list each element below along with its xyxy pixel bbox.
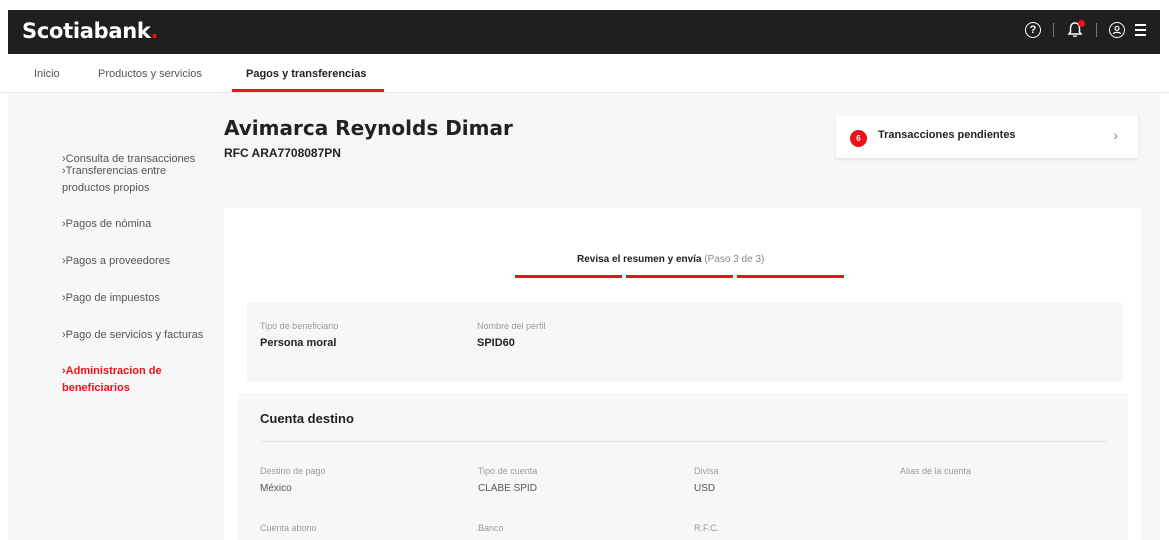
sidebar-item-label: Pago de servicios y facturas <box>65 329 204 341</box>
pending-count-badge: 6 <box>850 130 867 147</box>
step-title: Revisa el resumen y envía (Paso 3 de 3) <box>577 254 764 265</box>
sidebar-item-label: Pagos a proveedores <box>65 255 171 267</box>
currency-value: USD <box>694 483 716 494</box>
sidebar-item-impuestos[interactable]: ›Pago de impuestos <box>62 290 160 307</box>
account-alias-label: Alias de la cuenta <box>900 466 972 476</box>
header: Scotiabank. ? <box>8 10 1160 54</box>
step-progress: (Paso 3 de 3) <box>704 254 765 265</box>
step-title-text: Revisa el resumen y envía <box>577 254 702 265</box>
user-icon[interactable] <box>1109 22 1125 38</box>
rfc-label: R.F.C. <box>694 523 720 533</box>
help-icon-glyph: ? <box>1029 24 1037 36</box>
beneficiary-summary: Tipo de beneficiario Persona moral Nombr… <box>247 303 1123 381</box>
tab-inicio[interactable]: Inicio <box>34 68 60 80</box>
logo-text: Scotiabank <box>22 19 151 43</box>
step-bar-2 <box>626 275 733 278</box>
summary-card: Revisa el resumen y envía (Paso 3 de 3) … <box>224 208 1141 540</box>
step-bar-3 <box>737 275 844 278</box>
help-icon[interactable]: ? <box>1025 22 1041 38</box>
sidebar-item-transferencias[interactable]: ›Transferencias entre productos propios <box>62 163 192 197</box>
tab-pagos-y-transferencias[interactable]: Pagos y transferencias <box>246 68 366 80</box>
pending-transactions-label: Transacciones pendientes <box>878 129 1016 141</box>
destination-title: Cuenta destino <box>260 411 354 426</box>
account-type-label: Tipo de cuenta <box>478 466 538 476</box>
notification-dot <box>1078 20 1085 27</box>
beneficiary-type-label: Tipo de beneficiario <box>260 321 339 331</box>
step-bar-1 <box>515 275 622 278</box>
divider <box>1053 23 1054 37</box>
main-nav-tabs: Inicio Productos y servicios Pagos y tra… <box>0 58 1169 93</box>
sidebar-item-label: Pagos de nómina <box>65 218 152 230</box>
sidebar-item-label: Transferencias entre productos propios <box>62 165 167 194</box>
user-glyph-icon <box>1112 25 1122 35</box>
top-bar: Scotiabank. ? <box>0 0 1169 58</box>
destination-account-section: Cuenta destino Destino de pago México Ti… <box>238 393 1128 540</box>
sidebar-item-proveedores[interactable]: ›Pagos a proveedores <box>62 253 170 270</box>
chevron-right-icon: › <box>1113 127 1118 143</box>
active-tab-indicator <box>232 89 384 92</box>
pending-transactions-card[interactable]: 6 Transacciones pendientes › <box>836 116 1138 158</box>
profile-name-label: Nombre del perfil <box>477 321 546 331</box>
bank-label: Banco <box>478 523 504 533</box>
profile-name-value: SPID60 <box>477 337 515 349</box>
sidebar-item-nomina[interactable]: ›Pagos de nómina <box>62 216 151 233</box>
payment-destination-value: México <box>260 483 292 494</box>
header-icons: ? <box>1025 20 1146 39</box>
beneficiary-type-value: Persona moral <box>260 337 337 349</box>
credit-account-label: Cuenta abono <box>260 523 317 533</box>
account-type-value: CLABE SPID <box>478 483 537 494</box>
scotiabank-logo[interactable]: Scotiabank. <box>22 19 159 43</box>
divider <box>260 441 1108 442</box>
sidebar-item-servicios[interactable]: ›Pago de servicios y facturas <box>62 327 203 344</box>
sidebar-item-beneficiarios[interactable]: ›Administracion de beneficiarios <box>62 363 182 397</box>
divider <box>1096 23 1097 37</box>
tab-productos-y-servicios[interactable]: Productos y servicios <box>98 68 202 80</box>
logo-dot: . <box>150 19 159 43</box>
menu-icon[interactable] <box>1135 24 1146 36</box>
sidebar-item-label: Administracion de beneficiarios <box>62 365 162 394</box>
client-name: Avimarca Reynolds Dimar <box>224 116 513 140</box>
sidebar-item-label: Pago de impuestos <box>65 292 160 304</box>
notification-bell-icon[interactable] <box>1066 20 1085 39</box>
currency-label: Divisa <box>694 466 719 476</box>
client-rfc: RFC ARA7708087PN <box>224 146 341 160</box>
payment-destination-label: Destino de pago <box>260 466 326 476</box>
